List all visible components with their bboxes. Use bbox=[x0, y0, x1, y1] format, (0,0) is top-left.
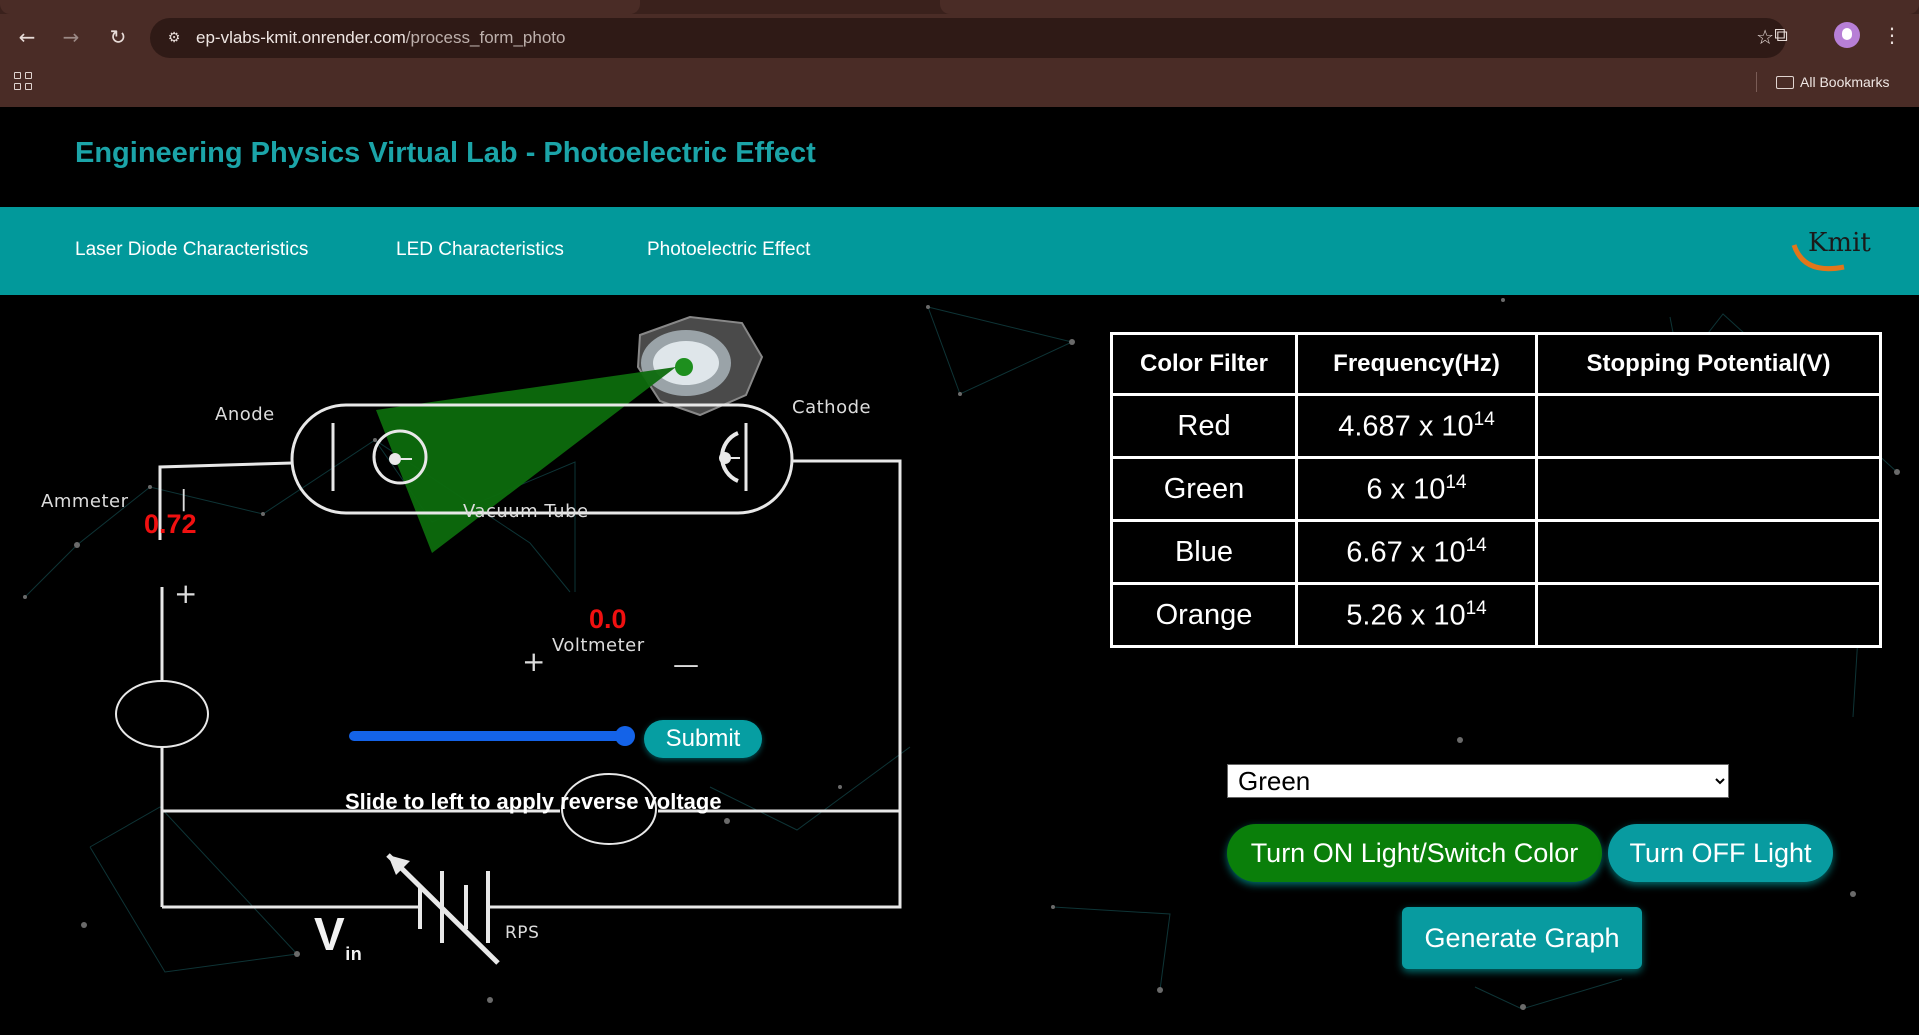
header-frequency: Frequency(Hz) bbox=[1295, 332, 1538, 396]
color-filter-select[interactable]: Green bbox=[1227, 764, 1729, 798]
page-title: Engineering Physics Virtual Lab - Photoe… bbox=[75, 137, 816, 169]
frequency-mantissa: 5.26 x 10 bbox=[1346, 599, 1466, 632]
tab[interactable] bbox=[0, 0, 640, 14]
address-bar[interactable]: ⚙ ep-vlabs-kmit.onrender.com/process_for… bbox=[150, 18, 1786, 58]
voltmeter-positive-sign: + bbox=[522, 645, 546, 678]
page: Engineering Physics Virtual Lab - Photoe… bbox=[0, 107, 1919, 1035]
nav-led[interactable]: LED Characteristics bbox=[396, 239, 564, 261]
tab[interactable] bbox=[940, 0, 1919, 14]
ammeter bbox=[115, 680, 209, 748]
reload-icon[interactable]: ↻ bbox=[103, 22, 133, 52]
cell-color: Blue bbox=[1110, 519, 1298, 585]
voltmeter-label: Voltmeter bbox=[552, 635, 645, 656]
cathode-label: Cathode bbox=[792, 397, 872, 418]
vin-subscript: in bbox=[345, 944, 363, 965]
submit-button[interactable]: Submit bbox=[644, 720, 762, 758]
ammeter-label: Ammeter bbox=[41, 491, 129, 512]
cell-stopping-potential bbox=[1535, 519, 1882, 585]
nav-laser-diode[interactable]: Laser Diode Characteristics bbox=[75, 239, 308, 261]
table-row: Red 4.687 x 1014 bbox=[1110, 393, 1882, 459]
voltage-slider-thumb[interactable] bbox=[615, 726, 635, 746]
back-icon[interactable]: ← bbox=[12, 22, 42, 52]
cell-stopping-potential bbox=[1535, 456, 1882, 522]
rps-label: RPS bbox=[505, 923, 540, 943]
url-text[interactable]: ep-vlabs-kmit.onrender.com/process_form_… bbox=[196, 28, 565, 48]
bookmarks-separator bbox=[1756, 72, 1757, 92]
all-bookmarks-button[interactable]: All Bookmarks bbox=[1776, 72, 1889, 92]
cell-color: Red bbox=[1110, 393, 1298, 459]
browser-menu-icon[interactable]: ⋮ bbox=[1880, 20, 1904, 50]
frequency-mantissa: 4.687 x 10 bbox=[1338, 410, 1474, 443]
frequency-mantissa: 6.67 x 10 bbox=[1346, 536, 1466, 569]
url-path: /process_form_photo bbox=[405, 28, 566, 47]
voltmeter-negative-sign: — bbox=[673, 650, 700, 680]
turn-off-light-button[interactable]: Turn OFF Light bbox=[1608, 824, 1833, 882]
circuit-diagram: Anode Cathode Ammeter | + Vacuum Tube Vo… bbox=[0, 295, 960, 1035]
cell-stopping-potential bbox=[1535, 582, 1882, 648]
ammeter-positive-sign: + bbox=[174, 577, 198, 610]
slider-instruction: Slide to left to apply reverse voltage bbox=[345, 789, 722, 814]
table-row: Blue 6.67 x 1014 bbox=[1110, 519, 1882, 585]
vacuum-tube-label: Vacuum Tube bbox=[463, 501, 589, 522]
table-header-row: Color Filter Frequency(Hz) Stopping Pote… bbox=[1110, 332, 1882, 396]
frequency-exponent: 14 bbox=[1465, 597, 1487, 619]
turn-on-light-button[interactable]: Turn ON Light/Switch Color bbox=[1227, 824, 1602, 882]
site-header: Engineering Physics Virtual Lab - Photoe… bbox=[0, 107, 1919, 207]
cell-frequency: 6 x 1014 bbox=[1295, 456, 1538, 522]
results-table: Color Filter Frequency(Hz) Stopping Pote… bbox=[1110, 332, 1882, 648]
light-source-icon bbox=[636, 315, 764, 417]
cell-color: Green bbox=[1110, 456, 1298, 522]
anode-label: Anode bbox=[215, 404, 275, 425]
light-beam bbox=[376, 367, 676, 553]
rps-battery-icon bbox=[386, 853, 500, 965]
frequency-exponent: 14 bbox=[1465, 534, 1487, 556]
forward-icon[interactable]: → bbox=[56, 22, 86, 52]
frequency-mantissa: 6 x 10 bbox=[1366, 473, 1446, 506]
generate-graph-button[interactable]: Generate Graph bbox=[1402, 907, 1642, 969]
cell-frequency: 6.67 x 1014 bbox=[1295, 519, 1538, 585]
site-info-icon[interactable]: ⚙ bbox=[164, 28, 184, 48]
cell-frequency: 5.26 x 1014 bbox=[1295, 582, 1538, 648]
frequency-exponent: 14 bbox=[1445, 471, 1467, 493]
vin-label: Vin bbox=[314, 907, 362, 965]
kmit-logo-text: Kmit bbox=[1808, 228, 1871, 258]
vin-symbol: V bbox=[314, 908, 346, 960]
cell-color: Orange bbox=[1110, 582, 1298, 648]
voltage-slider-track[interactable] bbox=[349, 731, 633, 741]
cell-frequency: 4.687 x 1014 bbox=[1295, 393, 1538, 459]
folder-icon bbox=[1776, 76, 1794, 89]
profile-avatar[interactable] bbox=[1834, 22, 1860, 48]
browser-chrome: ← → ↻ ⚙ ep-vlabs-kmit.onrender.com/proce… bbox=[0, 0, 1919, 107]
extensions-icon[interactable]: ⧉ bbox=[1766, 20, 1796, 50]
browser-toolbar: ← → ↻ ⚙ ep-vlabs-kmit.onrender.com/proce… bbox=[0, 14, 1919, 58]
ammeter-reading: 0.72 bbox=[144, 509, 197, 539]
bookmarks-bar: All Bookmarks bbox=[0, 64, 1919, 100]
main-navbar: Laser Diode Characteristics LED Characte… bbox=[0, 207, 1919, 295]
header-color-filter: Color Filter bbox=[1110, 332, 1298, 396]
url-host: ep-vlabs-kmit.onrender.com bbox=[196, 28, 406, 47]
nav-photoelectric[interactable]: Photoelectric Effect bbox=[647, 239, 810, 261]
voltmeter-reading: 0.0 bbox=[589, 604, 627, 634]
header-stopping-potential: Stopping Potential(V) bbox=[1535, 332, 1882, 396]
table-row: Orange 5.26 x 1014 bbox=[1110, 582, 1882, 648]
kmit-logo: Kmit bbox=[1791, 228, 1871, 272]
apps-grid-icon[interactable] bbox=[14, 72, 34, 92]
all-bookmarks-label: All Bookmarks bbox=[1800, 74, 1890, 90]
frequency-exponent: 14 bbox=[1473, 408, 1495, 430]
cell-stopping-potential bbox=[1535, 393, 1882, 459]
table-row: Green 6 x 1014 bbox=[1110, 456, 1882, 522]
tab-strip bbox=[0, 0, 1919, 14]
